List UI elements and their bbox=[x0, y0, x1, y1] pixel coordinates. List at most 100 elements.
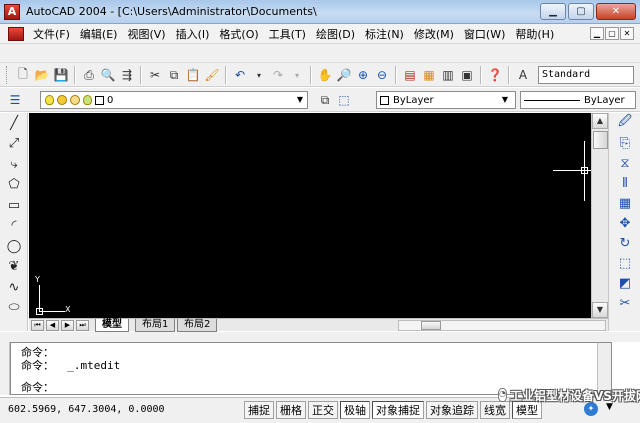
line-icon[interactable]: ╱ bbox=[0, 113, 28, 134]
layer-select[interactable]: 0 ▼ bbox=[40, 91, 308, 109]
maximize-button[interactable]: ▢ bbox=[568, 3, 594, 20]
move-icon[interactable]: ✥ bbox=[609, 213, 640, 233]
make-current-layer-icon[interactable]: ⧉ bbox=[316, 91, 334, 109]
match-properties-icon[interactable]: 🖌 bbox=[203, 66, 221, 84]
print-icon[interactable]: ⎙ bbox=[80, 66, 98, 84]
menu-draw[interactable]: 绘图(D) bbox=[311, 26, 360, 42]
copy-object-icon[interactable]: ⎘ bbox=[609, 133, 640, 153]
tool-palettes-icon[interactable]: ▥ bbox=[439, 66, 457, 84]
document-icon[interactable] bbox=[8, 26, 24, 41]
previous-tab-icon[interactable]: ◀ bbox=[46, 320, 59, 331]
layer-manager-icon[interactable]: ☰ bbox=[6, 91, 24, 109]
polygon-icon[interactable]: ⬠ bbox=[0, 175, 28, 196]
new-icon[interactable]: 🗋 bbox=[14, 66, 32, 84]
publish-icon[interactable]: ⇶ bbox=[118, 66, 136, 84]
tab-layout2[interactable]: 布局2 bbox=[177, 319, 218, 332]
next-tab-icon[interactable]: ▶ bbox=[61, 320, 74, 331]
close-button[interactable]: ✕ bbox=[596, 3, 636, 20]
undo-icon[interactable]: ↶ bbox=[231, 66, 249, 84]
redo-dropdown-icon[interactable]: ▾ bbox=[288, 66, 306, 84]
text-style-select[interactable]: Standard bbox=[538, 66, 634, 84]
markup-icon[interactable]: ▣ bbox=[458, 66, 476, 84]
linetype-select[interactable]: ByLayer bbox=[520, 91, 636, 109]
osnap-toggle[interactable]: 对象捕捉 bbox=[372, 401, 424, 419]
text-style-icon[interactable]: A bbox=[514, 66, 532, 84]
menu-tools[interactable]: 工具(T) bbox=[264, 26, 311, 42]
grid-toggle[interactable]: 栅格 bbox=[276, 401, 306, 419]
linetype-value: ByLayer bbox=[584, 94, 625, 106]
pan-icon[interactable]: ✋ bbox=[316, 66, 334, 84]
save-icon[interactable]: 💾 bbox=[52, 66, 70, 84]
doc-restore-button[interactable]: ▢ bbox=[605, 27, 619, 40]
standard-toolbar: 🗋 📂 💾 ⎙ 🔍 ⇶ ✂ ⧉ 📋 🖌 ↶ ▾ ↷ ▾ ✋ 🔎 ⊕ ⊖ ▤ ▦ … bbox=[0, 63, 640, 87]
arc-icon[interactable]: ◜ bbox=[0, 216, 28, 237]
layer-viewport-icon bbox=[70, 95, 80, 105]
ellipse-icon[interactable]: ⬭ bbox=[0, 298, 28, 319]
undo-dropdown-icon[interactable]: ▾ bbox=[250, 66, 268, 84]
last-tab-icon[interactable]: ⏭ bbox=[76, 320, 89, 331]
zoom-window-icon[interactable]: ⊕ bbox=[354, 66, 372, 84]
circle-icon[interactable]: ◯ bbox=[0, 236, 28, 257]
cut-icon[interactable]: ✂ bbox=[146, 66, 164, 84]
scroll-up-icon[interactable]: ▲ bbox=[592, 113, 608, 129]
menu-insert[interactable]: 插入(I) bbox=[171, 26, 215, 42]
chevron-down-icon[interactable]: ▼ bbox=[293, 92, 307, 108]
offset-icon[interactable]: ⫴ bbox=[609, 173, 640, 193]
mirror-icon[interactable]: ⧖ bbox=[609, 153, 640, 173]
copy-icon[interactable]: ⧉ bbox=[165, 66, 183, 84]
polar-toggle[interactable]: 极轴 bbox=[340, 401, 370, 419]
minimize-button[interactable]: ▁ bbox=[540, 3, 566, 20]
help-icon[interactable]: ❓ bbox=[486, 66, 504, 84]
scrollbar-thumb[interactable] bbox=[593, 131, 608, 149]
menu-format[interactable]: 格式(O) bbox=[214, 26, 263, 42]
layer-previous-icon[interactable]: ⬚ bbox=[335, 91, 353, 109]
construction-line-icon[interactable]: ⤢ bbox=[0, 134, 28, 155]
stretch-icon[interactable]: ◩ bbox=[609, 273, 640, 293]
menu-file[interactable]: 文件(F) bbox=[28, 26, 75, 42]
doc-minimize-button[interactable]: ▁ bbox=[590, 27, 604, 40]
trim-icon[interactable]: ✂ bbox=[609, 293, 640, 313]
toolbar-grip[interactable] bbox=[6, 66, 9, 84]
horizontal-scrollbar[interactable] bbox=[398, 320, 606, 331]
array-icon[interactable]: ▦ bbox=[609, 193, 640, 213]
color-select[interactable]: ByLayer ▼ bbox=[376, 91, 516, 109]
menu-modify[interactable]: 修改(M) bbox=[409, 26, 459, 42]
design-center-icon[interactable]: ▦ bbox=[420, 66, 438, 84]
menu-view[interactable]: 视图(V) bbox=[122, 26, 170, 42]
tab-model[interactable]: 模型 bbox=[95, 319, 129, 332]
scroll-down-icon[interactable]: ▼ bbox=[592, 302, 608, 318]
rectangle-icon[interactable]: ▭ bbox=[0, 195, 28, 216]
chevron-down-icon[interactable]: ▼ bbox=[498, 92, 512, 108]
vertical-scrollbar[interactable]: ▲ ▼ bbox=[591, 113, 608, 318]
doc-close-button[interactable]: ✕ bbox=[620, 27, 634, 40]
menu-edit[interactable]: 编辑(E) bbox=[75, 26, 123, 42]
scrollbar-thumb[interactable] bbox=[421, 321, 441, 330]
menu-help[interactable]: 帮助(H) bbox=[510, 26, 559, 42]
rotate-icon[interactable]: ↻ bbox=[609, 233, 640, 253]
zoom-previous-icon[interactable]: ⊖ bbox=[373, 66, 391, 84]
tab-layout1[interactable]: 布局1 bbox=[135, 319, 176, 332]
polyline-icon[interactable]: ⤷ bbox=[0, 154, 28, 175]
properties-icon[interactable]: ▤ bbox=[401, 66, 419, 84]
drawing-canvas[interactable]: Y X bbox=[29, 113, 591, 318]
spline-icon[interactable]: ∿ bbox=[0, 277, 28, 298]
print-preview-icon[interactable]: 🔍 bbox=[99, 66, 117, 84]
command-prompt[interactable]: 命令： bbox=[21, 379, 54, 395]
open-icon[interactable]: 📂 bbox=[33, 66, 51, 84]
paste-icon[interactable]: 📋 bbox=[184, 66, 202, 84]
ucs-x-label: X bbox=[65, 305, 71, 314]
snap-toggle[interactable]: 捕捉 bbox=[244, 401, 274, 419]
menu-window[interactable]: 窗口(W) bbox=[459, 26, 510, 42]
autocad-app-icon[interactable]: A bbox=[4, 4, 20, 20]
command-window-grip[interactable] bbox=[0, 342, 10, 395]
first-tab-icon[interactable]: ⏮ bbox=[31, 320, 44, 331]
zoom-realtime-icon[interactable]: 🔎 bbox=[335, 66, 353, 84]
scale-icon[interactable]: ⬚ bbox=[609, 253, 640, 273]
redo-icon[interactable]: ↷ bbox=[269, 66, 287, 84]
otrack-toggle[interactable]: 对象追踪 bbox=[426, 401, 478, 419]
ortho-toggle[interactable]: 正交 bbox=[308, 401, 338, 419]
coordinate-display[interactable]: 602.5969, 647.3004, 0.0000 bbox=[8, 404, 165, 415]
revision-cloud-icon[interactable]: ❦ bbox=[0, 257, 28, 278]
erase-icon[interactable]: 🖉 bbox=[609, 113, 640, 133]
menu-dimension[interactable]: 标注(N) bbox=[360, 26, 409, 42]
